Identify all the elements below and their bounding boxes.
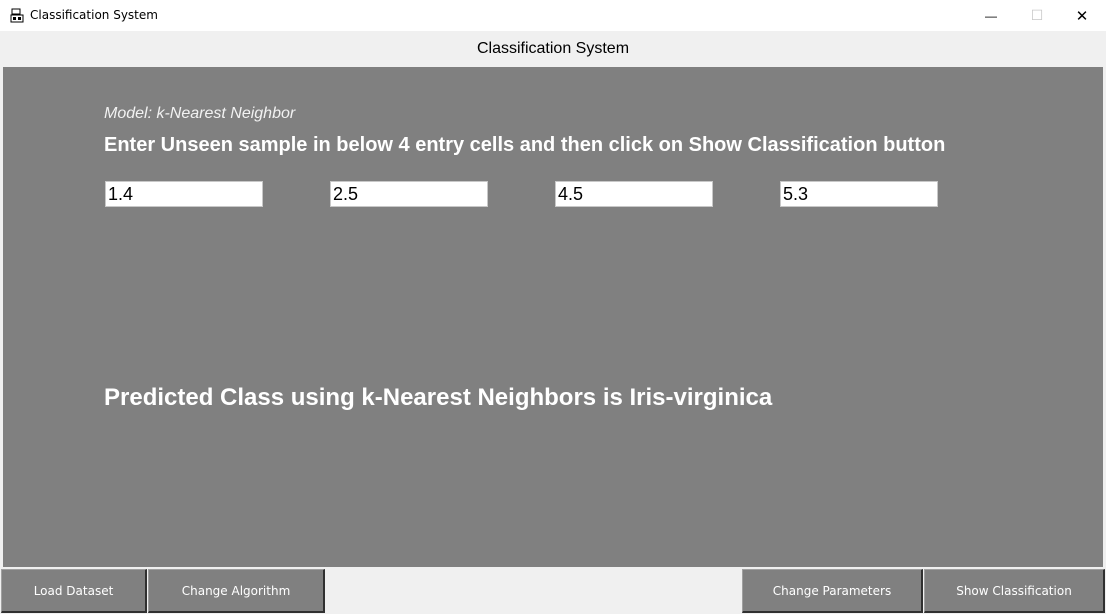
minimize-icon: —	[985, 8, 997, 23]
title-bar: Classification System — ☐ ✕	[0, 0, 1106, 31]
app-icon	[10, 8, 24, 23]
sample-entry-2[interactable]	[330, 181, 488, 207]
close-button[interactable]: ✕	[1059, 0, 1105, 31]
minimize-button[interactable]: —	[968, 0, 1014, 31]
close-icon: ✕	[1075, 7, 1089, 25]
change-algorithm-button[interactable]: Change Algorithm	[148, 569, 325, 613]
instruction-label: Enter Unseen sample in below 4 entry cel…	[104, 134, 946, 156]
prediction-result: Predicted Class using k-Nearest Neighbor…	[104, 384, 773, 411]
window-title: Classification System	[30, 8, 158, 22]
sample-entry-1[interactable]	[105, 181, 263, 207]
load-dataset-button[interactable]: Load Dataset	[1, 569, 147, 613]
model-label: Model: k-Nearest Neighbor	[104, 105, 296, 122]
maximize-icon: ☐	[1030, 7, 1044, 23]
maximize-button[interactable]: ☐	[1014, 0, 1060, 31]
show-classification-button[interactable]: Show Classification	[924, 569, 1105, 613]
sample-entry-3[interactable]	[555, 181, 713, 207]
sample-entry-4[interactable]	[780, 181, 938, 207]
change-parameters-button[interactable]: Change Parameters	[742, 569, 923, 613]
header-title: Classification System	[0, 31, 1106, 66]
button-bar: Load Dataset Change Algorithm Change Par…	[0, 567, 1106, 614]
main-panel: Model: k-Nearest Neighbor Enter Unseen s…	[3, 67, 1103, 567]
